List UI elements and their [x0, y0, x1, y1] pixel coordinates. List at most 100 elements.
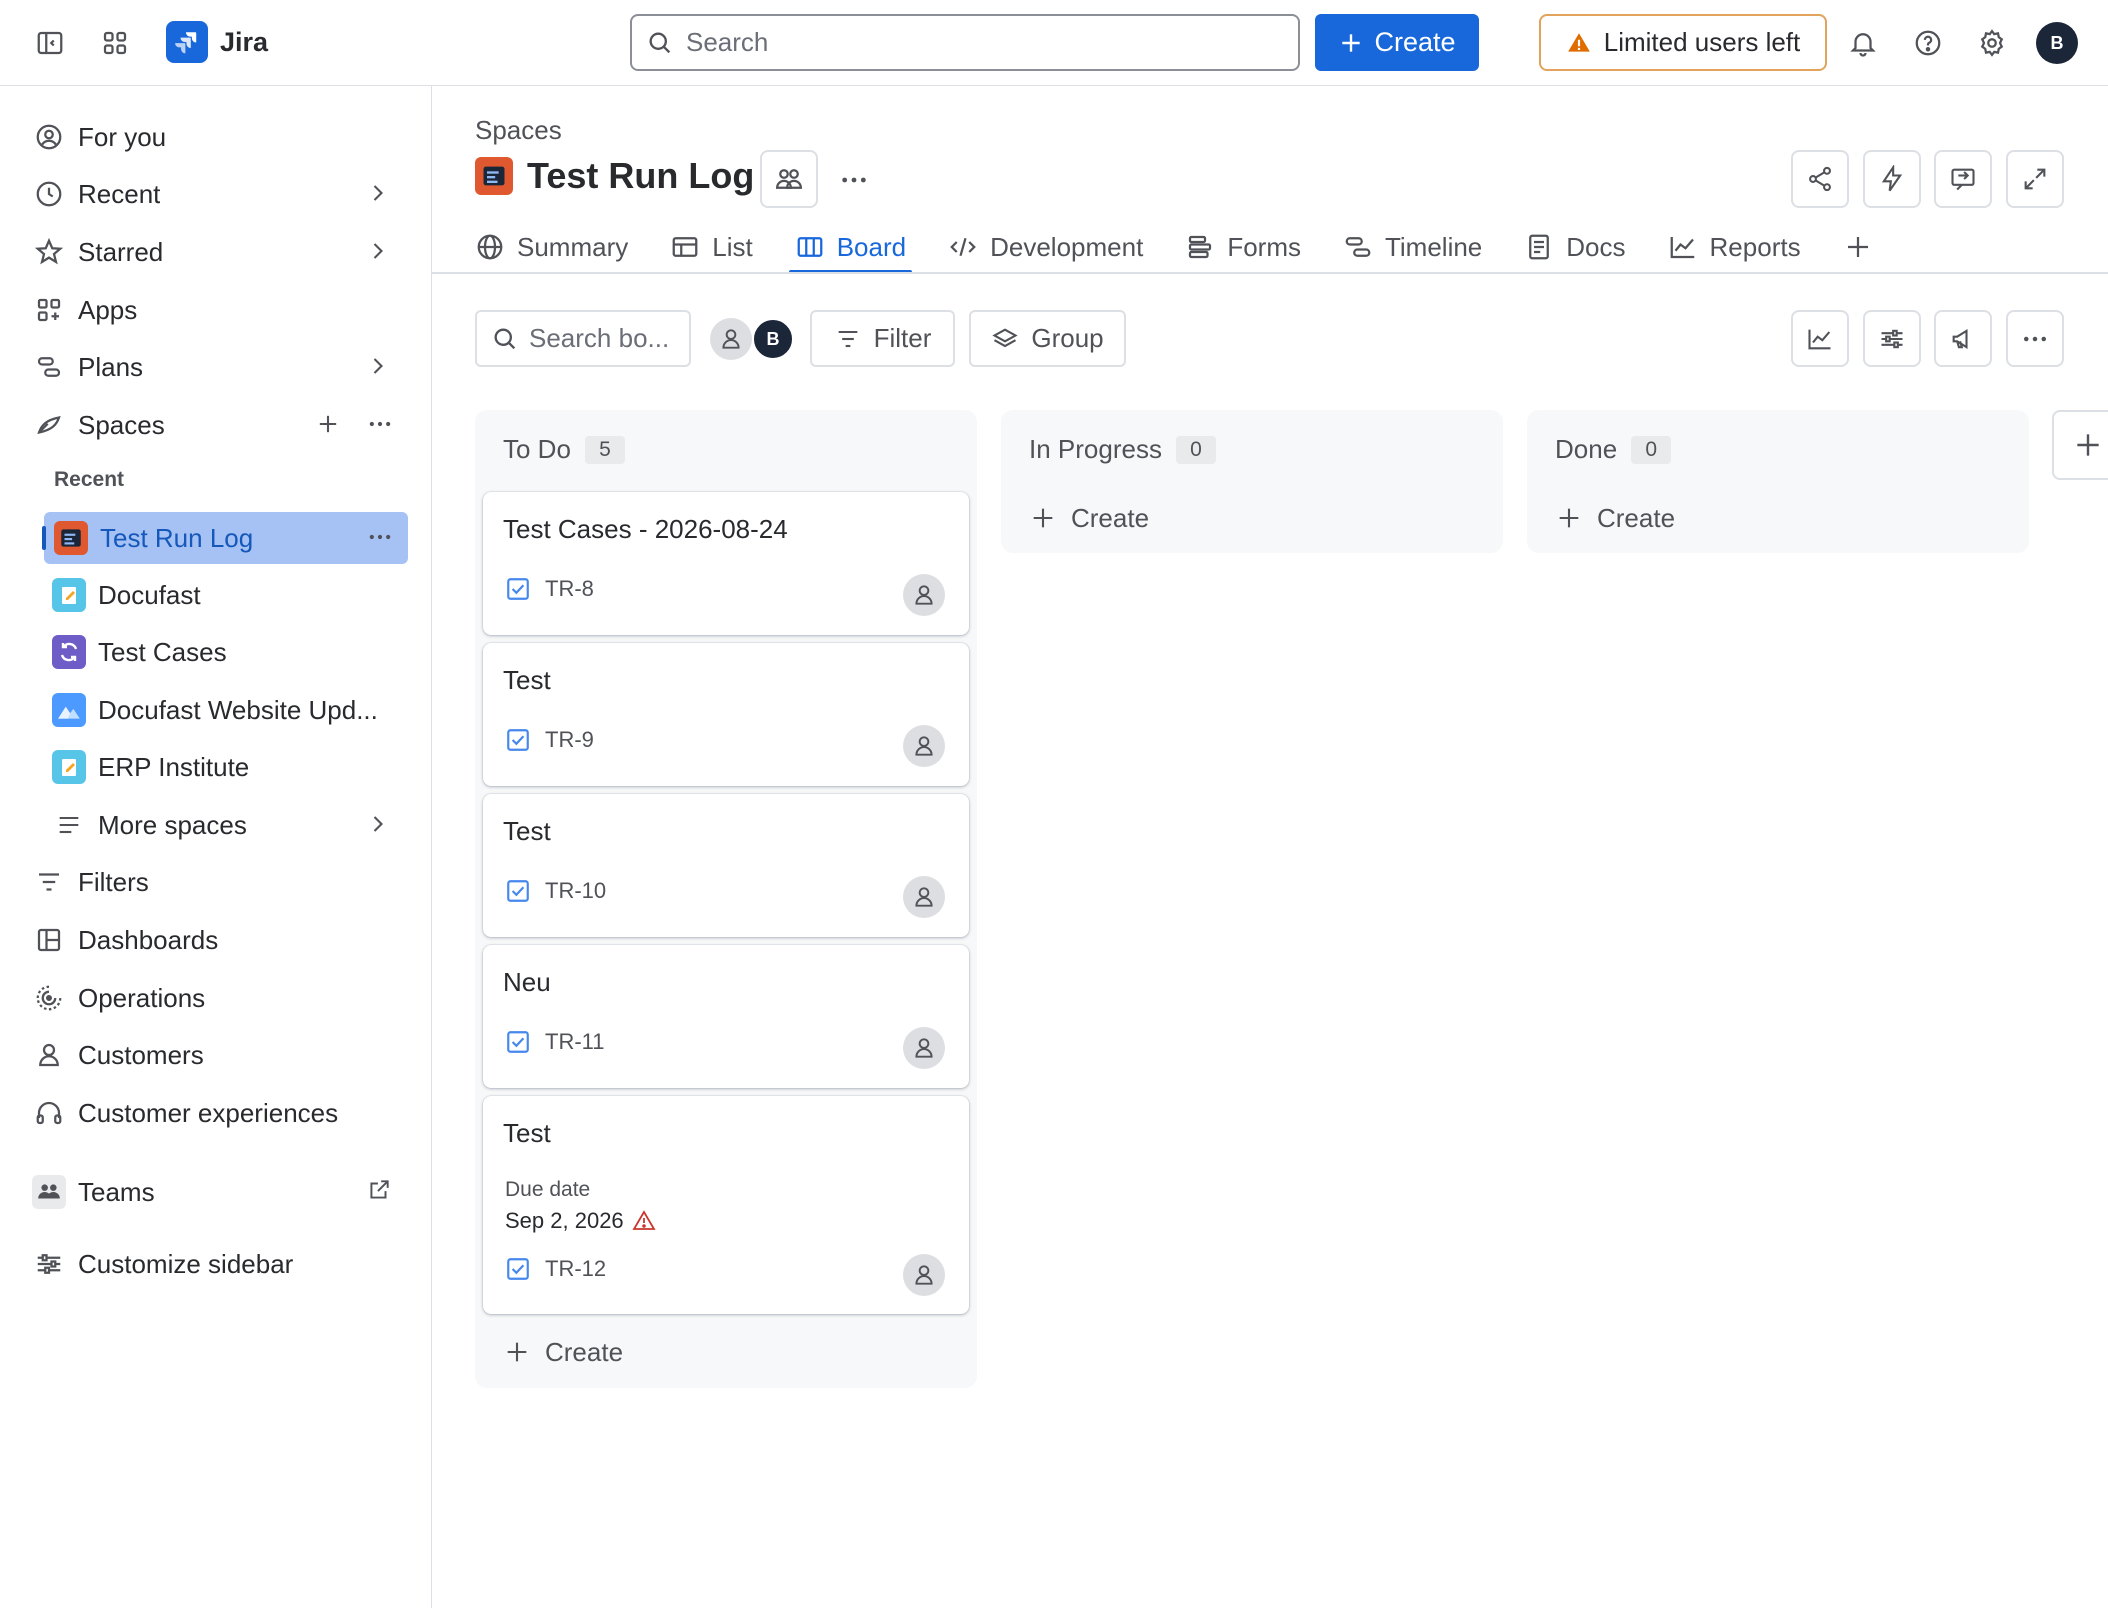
create-issue-button[interactable]: Create: [1545, 493, 1685, 543]
global-search-input[interactable]: [686, 27, 1246, 58]
help-icon[interactable]: [1907, 22, 1949, 64]
assignee-avatar[interactable]: [903, 1027, 945, 1069]
dashboard-icon: [32, 923, 66, 957]
assignee-avatar[interactable]: [903, 574, 945, 616]
chevron-right-icon[interactable]: [364, 352, 392, 380]
column-header[interactable]: Done 0: [1555, 434, 1672, 465]
sidebar-item-plans[interactable]: Plans: [32, 341, 408, 393]
insights-button[interactable]: [1791, 310, 1849, 367]
settings-gear-icon[interactable]: [1971, 22, 2013, 64]
column-header[interactable]: To Do 5: [503, 434, 625, 465]
chevron-right-icon[interactable]: [364, 237, 392, 265]
issue-card[interactable]: Test TR-9: [483, 643, 969, 786]
card-key[interactable]: TR-8: [505, 576, 594, 602]
sidebar-space-test-run-log[interactable]: Test Run Log: [42, 512, 408, 564]
sidebar-more-spaces[interactable]: More spaces: [32, 799, 408, 851]
top-navigation-bar: Jira Create Limited users left B: [0, 0, 2108, 86]
group-button[interactable]: Group: [969, 310, 1126, 367]
tab-summary[interactable]: Summary: [475, 222, 628, 272]
tab-docs[interactable]: Docs: [1524, 222, 1626, 272]
card-key[interactable]: TR-9: [505, 727, 594, 753]
tab-timeline[interactable]: Timeline: [1343, 222, 1482, 272]
more-options-icon[interactable]: [366, 523, 394, 551]
announcements-button[interactable]: [1934, 310, 1992, 367]
issue-card[interactable]: Test Cases - 2026-08-24 TR-8: [483, 492, 969, 635]
jira-logo[interactable]: Jira: [166, 21, 268, 63]
unassigned-avatar-filter[interactable]: [710, 318, 752, 360]
card-key[interactable]: TR-11: [505, 1029, 605, 1055]
sidebar-item-spaces[interactable]: Spaces: [32, 399, 408, 451]
sidebar-item-recent[interactable]: Recent: [32, 168, 408, 220]
sidebar-item-customer-experiences[interactable]: Customer experiences: [32, 1087, 408, 1139]
lightning-icon: [1878, 165, 1906, 193]
user-avatar[interactable]: B: [2036, 22, 2078, 64]
sidebar-space-docufast[interactable]: Docufast: [32, 569, 408, 621]
board-search[interactable]: [475, 310, 691, 367]
issue-card[interactable]: Test TR-10: [483, 794, 969, 937]
issue-card[interactable]: Test Due date Sep 2, 2026 TR-12: [483, 1096, 969, 1314]
fullscreen-button[interactable]: [2006, 150, 2064, 208]
sidebar-space-erp-institute[interactable]: ERP Institute: [32, 741, 408, 793]
search-icon: [646, 29, 674, 57]
more-options-icon[interactable]: [366, 410, 394, 438]
sidebar-item-starred[interactable]: Starred: [32, 226, 408, 278]
sidebar-item-customize-sidebar[interactable]: Customize sidebar: [32, 1238, 408, 1290]
create-label: Create: [1597, 502, 1676, 533]
view-settings-button[interactable]: [1863, 310, 1921, 367]
global-search[interactable]: [630, 14, 1300, 71]
chevron-right-icon[interactable]: [364, 179, 392, 207]
board-search-input[interactable]: [529, 323, 679, 354]
sidebar-item-dashboards[interactable]: Dashboards: [32, 914, 408, 966]
assignee-avatar[interactable]: [903, 1254, 945, 1296]
filter-button[interactable]: Filter: [810, 310, 955, 367]
automation-button[interactable]: [1863, 150, 1921, 208]
card-title: Test Cases - 2026-08-24: [503, 514, 788, 544]
card-key[interactable]: TR-12: [505, 1256, 606, 1282]
add-tab-button[interactable]: [1843, 222, 1873, 272]
add-space-plus-icon[interactable]: [314, 410, 342, 438]
create-button[interactable]: Create: [1315, 14, 1479, 71]
sidebar-item-apps[interactable]: Apps: [32, 284, 408, 336]
issue-card[interactable]: Neu TR-11: [483, 945, 969, 1088]
breadcrumb[interactable]: Spaces: [475, 115, 562, 146]
app-switcher-icon[interactable]: [94, 22, 136, 64]
sidebar-item-for-you[interactable]: For you: [32, 111, 408, 163]
external-link-icon[interactable]: [366, 1177, 392, 1203]
sidebar-item-customers[interactable]: Customers: [32, 1029, 408, 1081]
tab-development[interactable]: Development: [948, 222, 1143, 272]
tab-reports[interactable]: Reports: [1668, 222, 1801, 272]
more-actions-icon[interactable]: [838, 164, 870, 196]
notifications-icon[interactable]: [1842, 22, 1884, 64]
share-button[interactable]: [1791, 150, 1849, 208]
due-date-text: Sep 2, 2026: [505, 1208, 624, 1233]
card-title: Test: [503, 1118, 551, 1148]
sidebar-space-docufast-website[interactable]: Docufast Website Upd...: [32, 684, 408, 736]
sidebar-toggle-icon[interactable]: [29, 22, 71, 64]
create-issue-button[interactable]: Create: [493, 1327, 633, 1377]
tab-board[interactable]: Board: [788, 222, 913, 274]
assignee-avatar[interactable]: [903, 725, 945, 767]
sidebar-item-filters[interactable]: Filters: [32, 856, 408, 908]
feedback-button[interactable]: [1934, 150, 1992, 208]
column-header[interactable]: In Progress 0: [1029, 434, 1216, 465]
sidebar-item-teams[interactable]: Teams: [32, 1166, 408, 1218]
tab-forms[interactable]: Forms: [1185, 222, 1301, 272]
chevron-right-icon[interactable]: [364, 810, 392, 838]
add-column-button[interactable]: [2052, 410, 2108, 480]
team-members-button[interactable]: [760, 150, 818, 208]
card-key[interactable]: TR-10: [505, 878, 606, 904]
sidebar-item-label: Starred: [78, 236, 164, 267]
board-more-button[interactable]: [2006, 310, 2064, 367]
sidebar-item-operations[interactable]: Operations: [32, 972, 408, 1024]
assignee-avatar[interactable]: [903, 876, 945, 918]
tab-label: Reports: [1709, 231, 1801, 262]
tab-list[interactable]: List: [670, 222, 753, 272]
limited-users-button[interactable]: Limited users left: [1539, 14, 1827, 71]
sidebar-space-test-cases[interactable]: Test Cases: [32, 626, 408, 678]
create-issue-button[interactable]: Create: [1019, 493, 1159, 543]
create-button-label: Create: [1374, 27, 1456, 57]
share-icon: [1806, 165, 1834, 193]
user-avatar-filter[interactable]: B: [752, 318, 794, 360]
person-icon: [911, 884, 937, 910]
app-name: Jira: [220, 26, 269, 57]
